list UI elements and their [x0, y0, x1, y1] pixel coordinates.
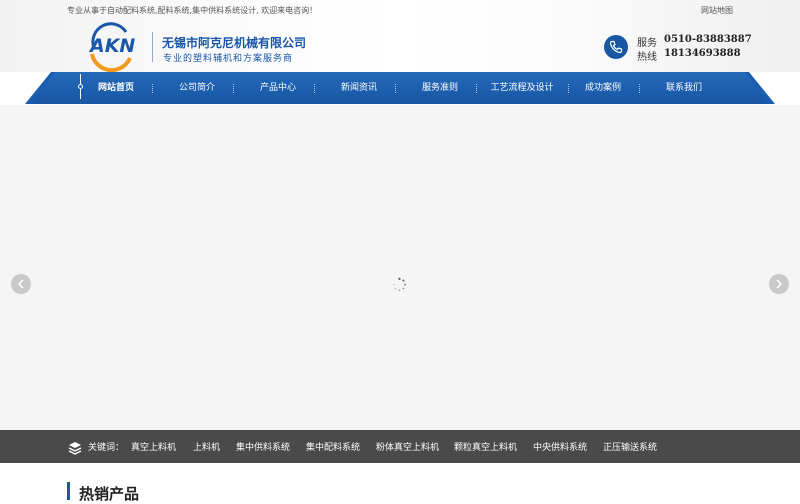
hotline-number: 18134693888: [664, 48, 741, 59]
nav-separator: [568, 84, 569, 93]
phone-icon: [604, 35, 628, 59]
nav-item-contact[interactable]: 联系我们: [658, 72, 710, 104]
nav-item-cases[interactable]: 成功案例: [577, 72, 629, 104]
keyword-label: 关键词：: [88, 443, 125, 453]
hotline-label: 热线: [637, 52, 657, 63]
nav-separator: [395, 84, 396, 93]
logo[interactable]: AKN: [86, 20, 136, 73]
nav-indicator-line: [80, 89, 81, 99]
keyword-link[interactable]: 颗粒真空上料机: [454, 440, 517, 453]
nav-item-service[interactable]: 服务准则: [414, 72, 466, 104]
nav-separator: [476, 84, 477, 93]
section-accent-bar: [67, 482, 70, 500]
topbar-intro: 专业从事于自动配料系统,配料系统,集中供料系统设计, 欢迎来电咨询！: [67, 6, 318, 15]
banner-slider[interactable]: [0, 105, 800, 430]
nav-separator: [639, 84, 640, 93]
company-name: 无锡市阿克尼机械有限公司: [162, 36, 307, 50]
nav-item-home[interactable]: 网站首页: [90, 72, 142, 104]
nav-separator: [233, 84, 234, 93]
main-nav: 网站首页 公司简介 产品中心 新闻资讯 服务准则 工艺流程及设计 成功案例 联系…: [0, 72, 800, 105]
keyword-bar: 关键词： 真空上料机 上料机 集中供料系统 集中配料系统 粉体真空上料机 颗粒真…: [0, 430, 800, 463]
logo-lettering: AKN: [88, 35, 135, 57]
keyword-link[interactable]: 上料机: [193, 440, 220, 453]
nav-separator: [152, 84, 153, 93]
nav-separator: [314, 84, 315, 93]
header: 专业从事于自动配料系统,配料系统,集中供料系统设计, 欢迎来电咨询！ 网站地图 …: [0, 0, 800, 73]
keyword-link[interactable]: 集中供料系统: [236, 440, 290, 453]
keyword-link[interactable]: 正压输送系统: [603, 440, 657, 453]
sitemap-link[interactable]: 网站地图: [701, 5, 733, 16]
spinner-icon: [392, 277, 407, 292]
logo-divider: [152, 32, 153, 62]
service-label: 服务: [637, 38, 657, 49]
nav-item-products[interactable]: 产品中心: [252, 72, 304, 104]
chevron-left-icon[interactable]: [11, 274, 31, 294]
nav-indicator-line: [80, 74, 81, 84]
layers-icon: [68, 440, 82, 455]
nav-item-news[interactable]: 新闻资讯: [333, 72, 385, 104]
chevron-right-icon[interactable]: [769, 274, 789, 294]
service-number: 0510-83883887: [664, 34, 752, 45]
keyword-link[interactable]: 粉体真空上料机: [376, 440, 439, 453]
nav-item-about[interactable]: 公司简介: [171, 72, 223, 104]
keyword-link[interactable]: 中央供料系统: [533, 440, 587, 453]
keyword-link[interactable]: 真空上料机: [131, 440, 176, 453]
company-slogan: 专业的塑料辅机和方案服务商: [163, 54, 294, 64]
section-title: 热销产品: [79, 485, 140, 503]
nav-item-process[interactable]: 工艺流程及设计: [486, 72, 558, 104]
keyword-link[interactable]: 集中配料系统: [306, 440, 360, 453]
